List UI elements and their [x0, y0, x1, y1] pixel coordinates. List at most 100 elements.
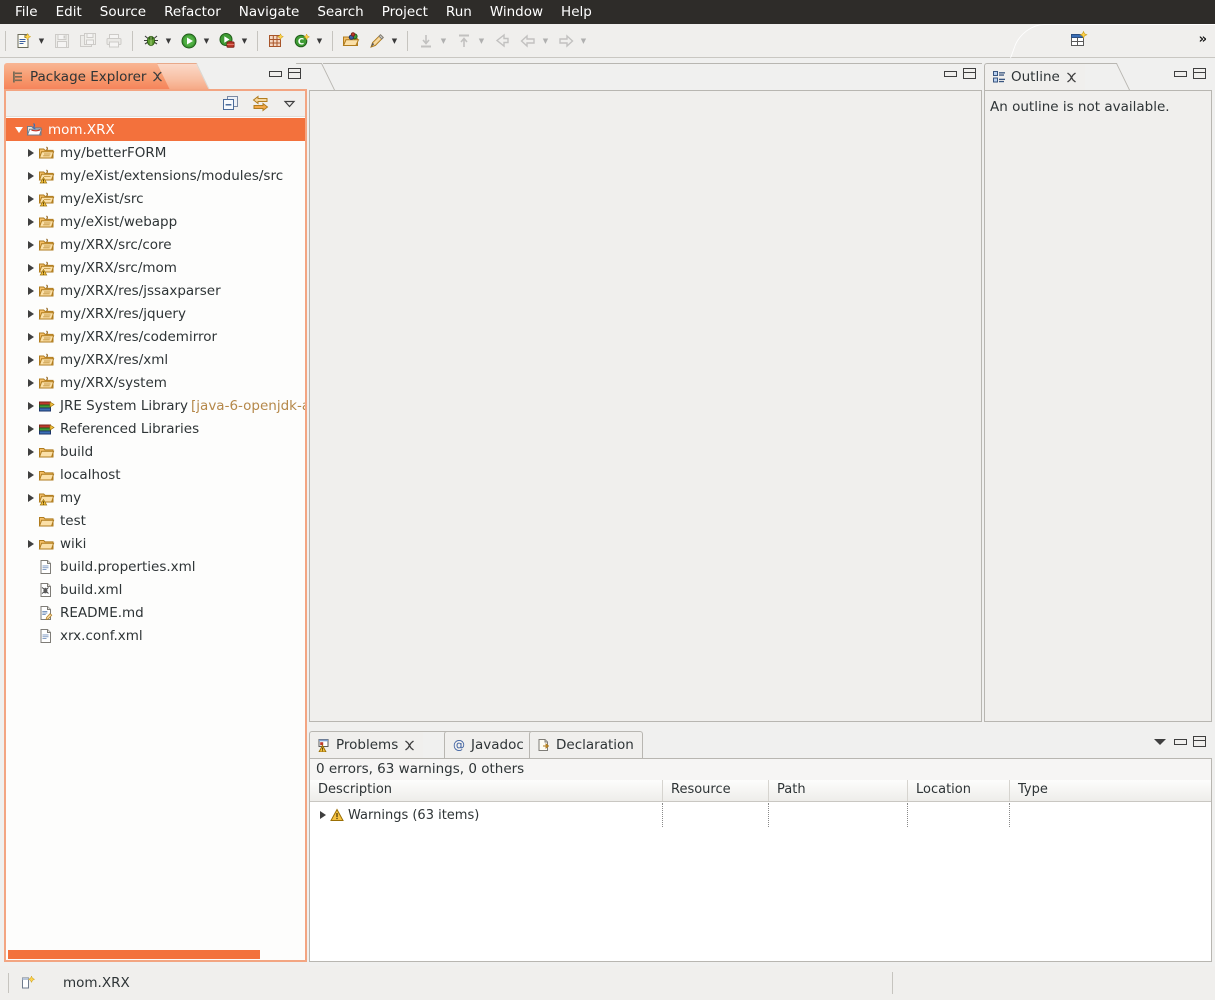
minimize-icon[interactable] — [944, 69, 957, 78]
maximize-icon[interactable] — [963, 68, 976, 79]
tree-item-my-xrx-res-jquery[interactable]: my/XRX/res/jquery — [6, 302, 305, 325]
toolbar-overflow-button[interactable]: » — [1199, 32, 1208, 47]
expand-twisty-icon[interactable] — [24, 493, 38, 502]
tree-item-my-betterform[interactable]: my/betterFORM — [6, 141, 305, 164]
external-tools-button[interactable] — [215, 29, 239, 53]
tree-item-localhost[interactable]: localhost — [6, 463, 305, 486]
new-class-dropdown-arrow[interactable]: ▼ — [315, 29, 324, 53]
tree-item-wiki[interactable]: wiki — [6, 532, 305, 555]
tree-item-test[interactable]: test — [6, 509, 305, 532]
expand-twisty-icon[interactable] — [24, 447, 38, 456]
open-perspective-button[interactable] — [1068, 29, 1090, 51]
close-icon[interactable] — [152, 71, 163, 82]
close-icon[interactable] — [404, 739, 415, 751]
collapse-twisty-icon[interactable] — [12, 126, 26, 133]
tree-item-my-exist-webapp[interactable]: my/eXist/webapp — [6, 210, 305, 233]
expand-twisty-icon[interactable] — [24, 240, 38, 249]
expand-twisty-icon[interactable] — [24, 309, 38, 318]
new-java-class-button[interactable]: C — [290, 29, 314, 53]
expand-twisty-icon[interactable] — [24, 539, 38, 548]
table-row[interactable]: Warnings (63 items) — [310, 803, 1211, 827]
column-header-resource[interactable]: Resource — [663, 780, 769, 801]
tree-item-my-xrx-res-jssaxparser[interactable]: my/XRX/res/jssaxparser — [6, 279, 305, 302]
expand-twisty-icon[interactable] — [24, 378, 38, 387]
menu-window[interactable]: Window — [481, 1, 552, 23]
tree-item-my-exist-src[interactable]: my/eXist/src — [6, 187, 305, 210]
open-task-dropdown-arrow[interactable]: ▼ — [390, 29, 399, 53]
tree-item-my[interactable]: my — [6, 486, 305, 509]
run-dropdown-arrow[interactable]: ▼ — [202, 29, 211, 53]
expand-twisty-icon[interactable] — [24, 148, 38, 157]
tree-item-my-xrx-src-mom[interactable]: my/XRX/src/mom — [6, 256, 305, 279]
tree-item-my-xrx-system[interactable]: my/XRX/system — [6, 371, 305, 394]
close-icon[interactable] — [1066, 71, 1077, 83]
expand-twisty-icon[interactable] — [24, 217, 38, 226]
menu-search[interactable]: Search — [308, 1, 372, 23]
new-wizard-dropdown-arrow[interactable]: ▼ — [37, 29, 46, 53]
expand-twisty-icon[interactable] — [24, 424, 38, 433]
tab-declaration[interactable]: Declaration — [529, 731, 643, 758]
column-header-path[interactable]: Path — [769, 780, 908, 801]
problems-table-rows[interactable]: Warnings (63 items) — [310, 803, 1211, 961]
menu-navigate[interactable]: Navigate — [230, 1, 309, 23]
tree-item-build-xml[interactable]: build.xml — [6, 578, 305, 601]
menu-run[interactable]: Run — [437, 1, 481, 23]
minimize-icon[interactable] — [1174, 737, 1187, 746]
tree-item-readme-md[interactable]: README.md — [6, 601, 305, 624]
maximize-icon[interactable] — [1193, 736, 1206, 747]
open-type-button[interactable] — [339, 29, 363, 53]
expand-twisty-icon[interactable] — [24, 286, 38, 295]
menu-project[interactable]: Project — [373, 1, 437, 23]
column-header-location[interactable]: Location — [908, 780, 1010, 801]
expand-twisty-icon[interactable] — [24, 470, 38, 479]
column-header-description[interactable]: Description — [310, 780, 663, 801]
cell-resource[interactable] — [663, 803, 769, 827]
tree-item-build-properties-xml[interactable]: build.properties.xml — [6, 555, 305, 578]
expand-twisty-icon[interactable] — [24, 194, 38, 203]
tree-item-my-xrx-res-xml[interactable]: my/XRX/res/xml — [6, 348, 305, 371]
expand-twisty-icon[interactable] — [24, 332, 38, 341]
package-explorer-hscrollbar[interactable] — [6, 949, 305, 960]
menu-file[interactable]: File — [6, 1, 47, 23]
minimize-icon[interactable] — [269, 69, 282, 78]
tab-javadoc[interactable]: @ Javadoc — [444, 731, 533, 758]
problems-table[interactable]: Description Resource Path Location Type — [310, 780, 1211, 961]
menu-source[interactable]: Source — [91, 1, 155, 23]
expand-twisty-icon[interactable] — [24, 401, 38, 410]
scrollbar-thumb[interactable] — [8, 950, 260, 959]
external-tools-dropdown-arrow[interactable]: ▼ — [240, 29, 249, 53]
package-explorer-tree[interactable]: mom.XRX my/betterFORM my/eXist/extensions/… — [6, 118, 305, 949]
link-editor-icon[interactable] — [251, 95, 270, 112]
tree-item-build[interactable]: build — [6, 440, 305, 463]
tab-package-explorer[interactable]: Package Explorer — [4, 63, 172, 90]
tree-item-xrx-conf-xml[interactable]: xrx.conf.xml — [6, 624, 305, 647]
expand-twisty-icon[interactable] — [24, 171, 38, 180]
chevron-down-icon[interactable] — [1154, 738, 1166, 745]
maximize-icon[interactable] — [1193, 68, 1206, 79]
debug-dropdown-arrow[interactable]: ▼ — [164, 29, 173, 53]
new-java-package-button[interactable] — [264, 29, 288, 53]
cell-path[interactable] — [769, 803, 908, 827]
minimize-icon[interactable] — [1174, 69, 1187, 78]
menu-refactor[interactable]: Refactor — [155, 1, 230, 23]
tab-outline[interactable]: Outline — [984, 63, 1085, 90]
collapse-all-icon[interactable] — [222, 95, 239, 112]
cell-location[interactable] — [908, 803, 1010, 827]
cell-description[interactable]: Warnings (63 items) — [310, 803, 663, 827]
expand-twisty-icon[interactable] — [24, 263, 38, 272]
expand-twisty-icon[interactable] — [316, 811, 330, 819]
menu-edit[interactable]: Edit — [47, 1, 91, 23]
tree-item-my-exist-extensions-modules-src[interactable]: my/eXist/extensions/modules/src — [6, 164, 305, 187]
expand-twisty-icon[interactable] — [24, 355, 38, 364]
tab-problems[interactable]: Problems — [309, 731, 424, 758]
open-task-button[interactable] — [365, 29, 389, 53]
chevron-down-icon[interactable] — [282, 96, 297, 111]
column-header-type[interactable]: Type — [1010, 780, 1210, 801]
new-wizard-button[interactable] — [12, 29, 36, 53]
tree-item-mom-xrx[interactable]: mom.XRX — [6, 118, 305, 141]
menu-help[interactable]: Help — [552, 1, 601, 23]
tree-item-my-xrx-src-core[interactable]: my/XRX/src/core — [6, 233, 305, 256]
tree-item-jre-system-library[interactable]: JRE System Library[java-6-openjdk-am — [6, 394, 305, 417]
tree-item-my-xrx-res-codemirror[interactable]: my/XRX/res/codemirror — [6, 325, 305, 348]
debug-button[interactable] — [139, 29, 163, 53]
